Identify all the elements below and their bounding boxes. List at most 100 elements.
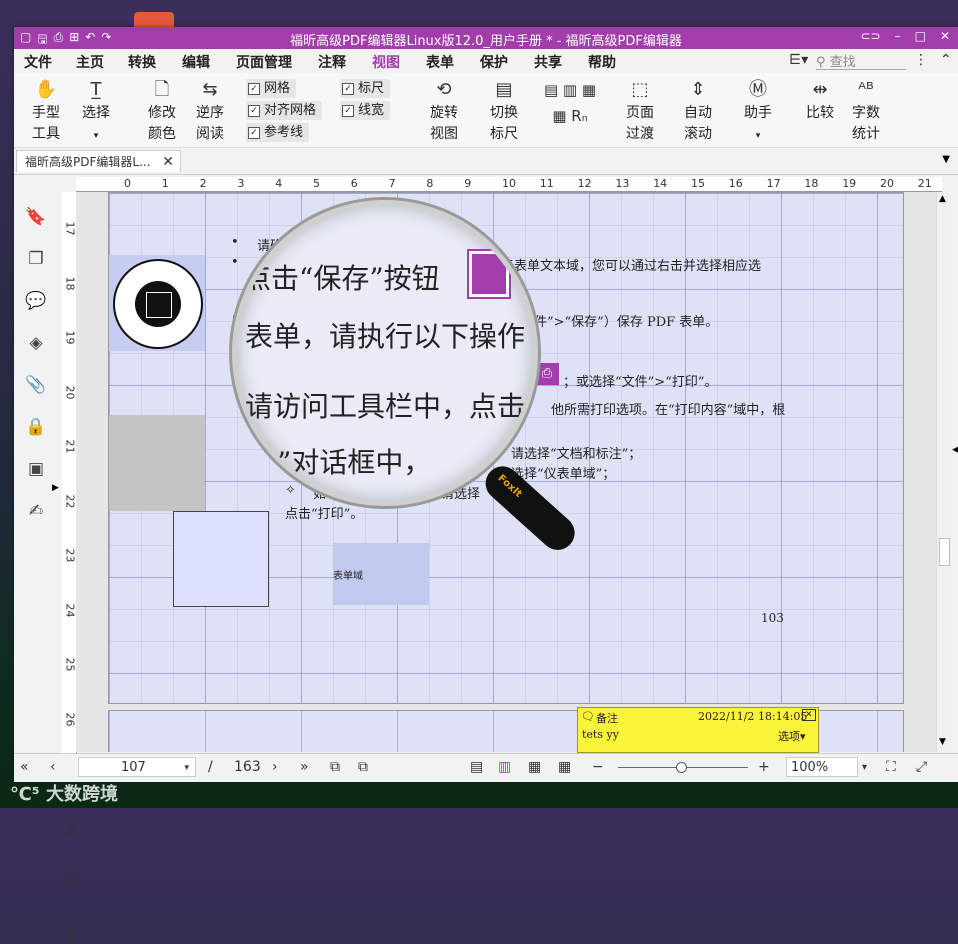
word-count-button[interactable]: ᴬᴮ 字数 统计 [848, 77, 884, 145]
reverse-read-button[interactable]: ⇆ 逆序 阅读 [192, 77, 228, 145]
continuous-facing-view-icon[interactable]: ▦ [558, 759, 571, 775]
menu-comment[interactable]: 注释 [318, 52, 346, 72]
comments-icon[interactable]: 💬 [24, 289, 48, 313]
note-options-button[interactable]: 选项▾ [778, 728, 806, 744]
ruler-tick: 10 [502, 177, 516, 190]
vertical-scrollbar[interactable]: ▲ ▼ [936, 192, 951, 752]
assistant-button[interactable]: Ⓜ 助手 ▾ [740, 77, 776, 147]
tab-list-icon[interactable]: ▼ [942, 154, 950, 165]
ruler-tick: 17 [766, 177, 781, 190]
checkbox-checked-icon: ✓ [342, 104, 354, 117]
facing-page-icon[interactable]: ▦ [582, 81, 596, 99]
search-input[interactable]: ⚲ 查找 [816, 51, 906, 70]
ruler-tick: 26 [63, 712, 77, 726]
first-page-icon[interactable]: « [20, 759, 29, 775]
menu-protect[interactable]: 保护 [480, 52, 508, 72]
continuous-page-icon[interactable]: ▥ [563, 81, 577, 99]
attachments-icon[interactable]: 📎 [24, 373, 48, 397]
more-icon[interactable]: ⋮ [914, 52, 928, 68]
layers-icon[interactable]: ◈ [24, 331, 48, 355]
menu-share[interactable]: 共享 [534, 52, 562, 72]
tools-icon[interactable]: ⊂⊃ [860, 29, 880, 43]
collapse-ribbon-icon[interactable]: ⌃ [940, 52, 952, 68]
security-icon[interactable]: 🔒 [24, 415, 48, 439]
magnified-save-icon [469, 251, 509, 297]
next-view-icon[interactable]: ⧉ [358, 759, 368, 775]
magnified-text: 点击“保存”按钮 [243, 262, 440, 295]
menu-help[interactable]: 帮助 [588, 52, 616, 72]
close-icon[interactable]: ✕ [940, 29, 950, 43]
page-number-input[interactable]: 107 ▾ [78, 757, 196, 777]
change-color-button[interactable]: 🗋 修改 颜色 [142, 77, 182, 145]
bookmark-icon[interactable]: 🔖 [24, 205, 48, 229]
ruler-tick: 14 [653, 177, 668, 190]
search-options-icon[interactable]: ⋿▾ [789, 52, 808, 68]
search-placeholder: 查找 [829, 55, 856, 70]
toggle-ruler-button[interactable]: ▤ 切换 标尺 [484, 77, 524, 145]
minimize-icon[interactable]: – [895, 29, 901, 43]
last-page-icon[interactable]: » [300, 759, 309, 775]
continuous-facing-icon[interactable]: ▦ [552, 107, 566, 125]
scroll-down-icon[interactable]: ▼ [939, 737, 946, 747]
checkbox-checked-icon: ✓ [248, 82, 260, 95]
prev-page-icon[interactable]: ‹ [50, 759, 56, 775]
hand-tool-button[interactable]: ✋ 手型 工具 [28, 77, 64, 145]
close-note-icon[interactable]: ✕ [802, 709, 816, 721]
ruler-checkbox[interactable]: ✓ 标尺 [340, 79, 391, 98]
ruler-tick: 0 [124, 177, 131, 190]
document-tab[interactable]: 福昕高级PDF编辑器L... ✕ [16, 150, 181, 172]
previous-view-icon[interactable]: ⧉ [330, 759, 340, 775]
facing-view-icon[interactable]: ▦ [528, 759, 541, 775]
guides-checkbox[interactable]: ✓ 参考线 [246, 123, 310, 142]
select-button[interactable]: T̲ 选择 ▾ [78, 77, 114, 147]
pages-icon[interactable]: ❐ [24, 247, 48, 271]
zoom-slider-thumb[interactable] [676, 762, 687, 773]
zoom-in-icon[interactable]: + [758, 759, 770, 775]
auto-scroll-button[interactable]: ⇕ 自动 滚动 [678, 77, 718, 145]
expand-panel-icon[interactable]: ▶ [52, 483, 59, 493]
menu-view[interactable]: 视图 [372, 52, 400, 75]
ruler-tick: 8 [426, 177, 434, 190]
radio-button-shape [113, 259, 203, 349]
close-tab-icon[interactable]: ✕ [162, 151, 174, 173]
menu-convert[interactable]: 转换 [128, 52, 156, 72]
zoom-input[interactable]: 100% [786, 757, 858, 777]
ruler-tick: 3 [237, 177, 245, 190]
single-page-view-icon[interactable]: ▤ [470, 759, 483, 775]
menu-edit[interactable]: 编辑 [182, 52, 210, 72]
menu-home[interactable]: 主页 [76, 52, 104, 72]
expand-right-panel-icon[interactable]: ◀ [952, 445, 958, 455]
snap-grid-checkbox[interactable]: ✓ 对齐网格 [246, 101, 323, 120]
total-pages: 163 [234, 759, 261, 775]
rotate-icon: ⟲ [436, 79, 452, 100]
hand-icon: ✋ [34, 79, 58, 100]
fullscreen-icon[interactable]: ⤢ [916, 759, 927, 775]
checkbox-checked-icon: ✓ [342, 82, 354, 95]
reflow-icon[interactable]: Rₙ [571, 107, 587, 125]
single-page-icon[interactable]: ▤ [544, 81, 558, 99]
page-number: 103 [761, 611, 784, 625]
compare-button[interactable]: ⇹ 比较 [802, 77, 838, 124]
scrollbar-thumb[interactable] [939, 538, 950, 566]
maximize-icon[interactable]: □ [915, 29, 926, 43]
page-dropdown-icon[interactable]: ▾ [184, 758, 189, 778]
zoom-out-icon[interactable]: − [592, 759, 604, 775]
page-transition-button[interactable]: ⬚ 页面 过渡 [620, 77, 660, 145]
menu-form[interactable]: 表单 [426, 52, 454, 72]
sticky-note-popup[interactable]: 🗨 备注 2022/11/2 18:14:05 ✕ tets yy 选项▾ [577, 707, 819, 753]
signature-icon[interactable]: ✍ [24, 499, 48, 523]
form-fields-icon[interactable]: ▣ [24, 457, 48, 481]
page-separator: / [208, 759, 213, 775]
menu-page-manage[interactable]: 页面管理 [236, 52, 292, 72]
document-tab-bar: 福昕高级PDF编辑器L... ✕ ▼ [14, 148, 958, 175]
menu-file[interactable]: 文件 [24, 52, 52, 72]
grid-checkbox[interactable]: ✓ 网格 [246, 79, 297, 98]
scroll-up-icon[interactable]: ▲ [939, 194, 946, 204]
rotate-view-button[interactable]: ⟲ 旋转 视图 [424, 77, 464, 145]
zoom-dropdown-icon[interactable]: ▾ [862, 762, 867, 773]
fit-page-icon[interactable]: ⛶ [886, 759, 896, 775]
reverse-icon: ⇆ [202, 79, 218, 100]
line-width-checkbox[interactable]: ✓ 线宽 [340, 101, 391, 120]
continuous-view-icon[interactable]: ▥ [498, 759, 511, 775]
next-page-icon[interactable]: › [272, 759, 278, 775]
